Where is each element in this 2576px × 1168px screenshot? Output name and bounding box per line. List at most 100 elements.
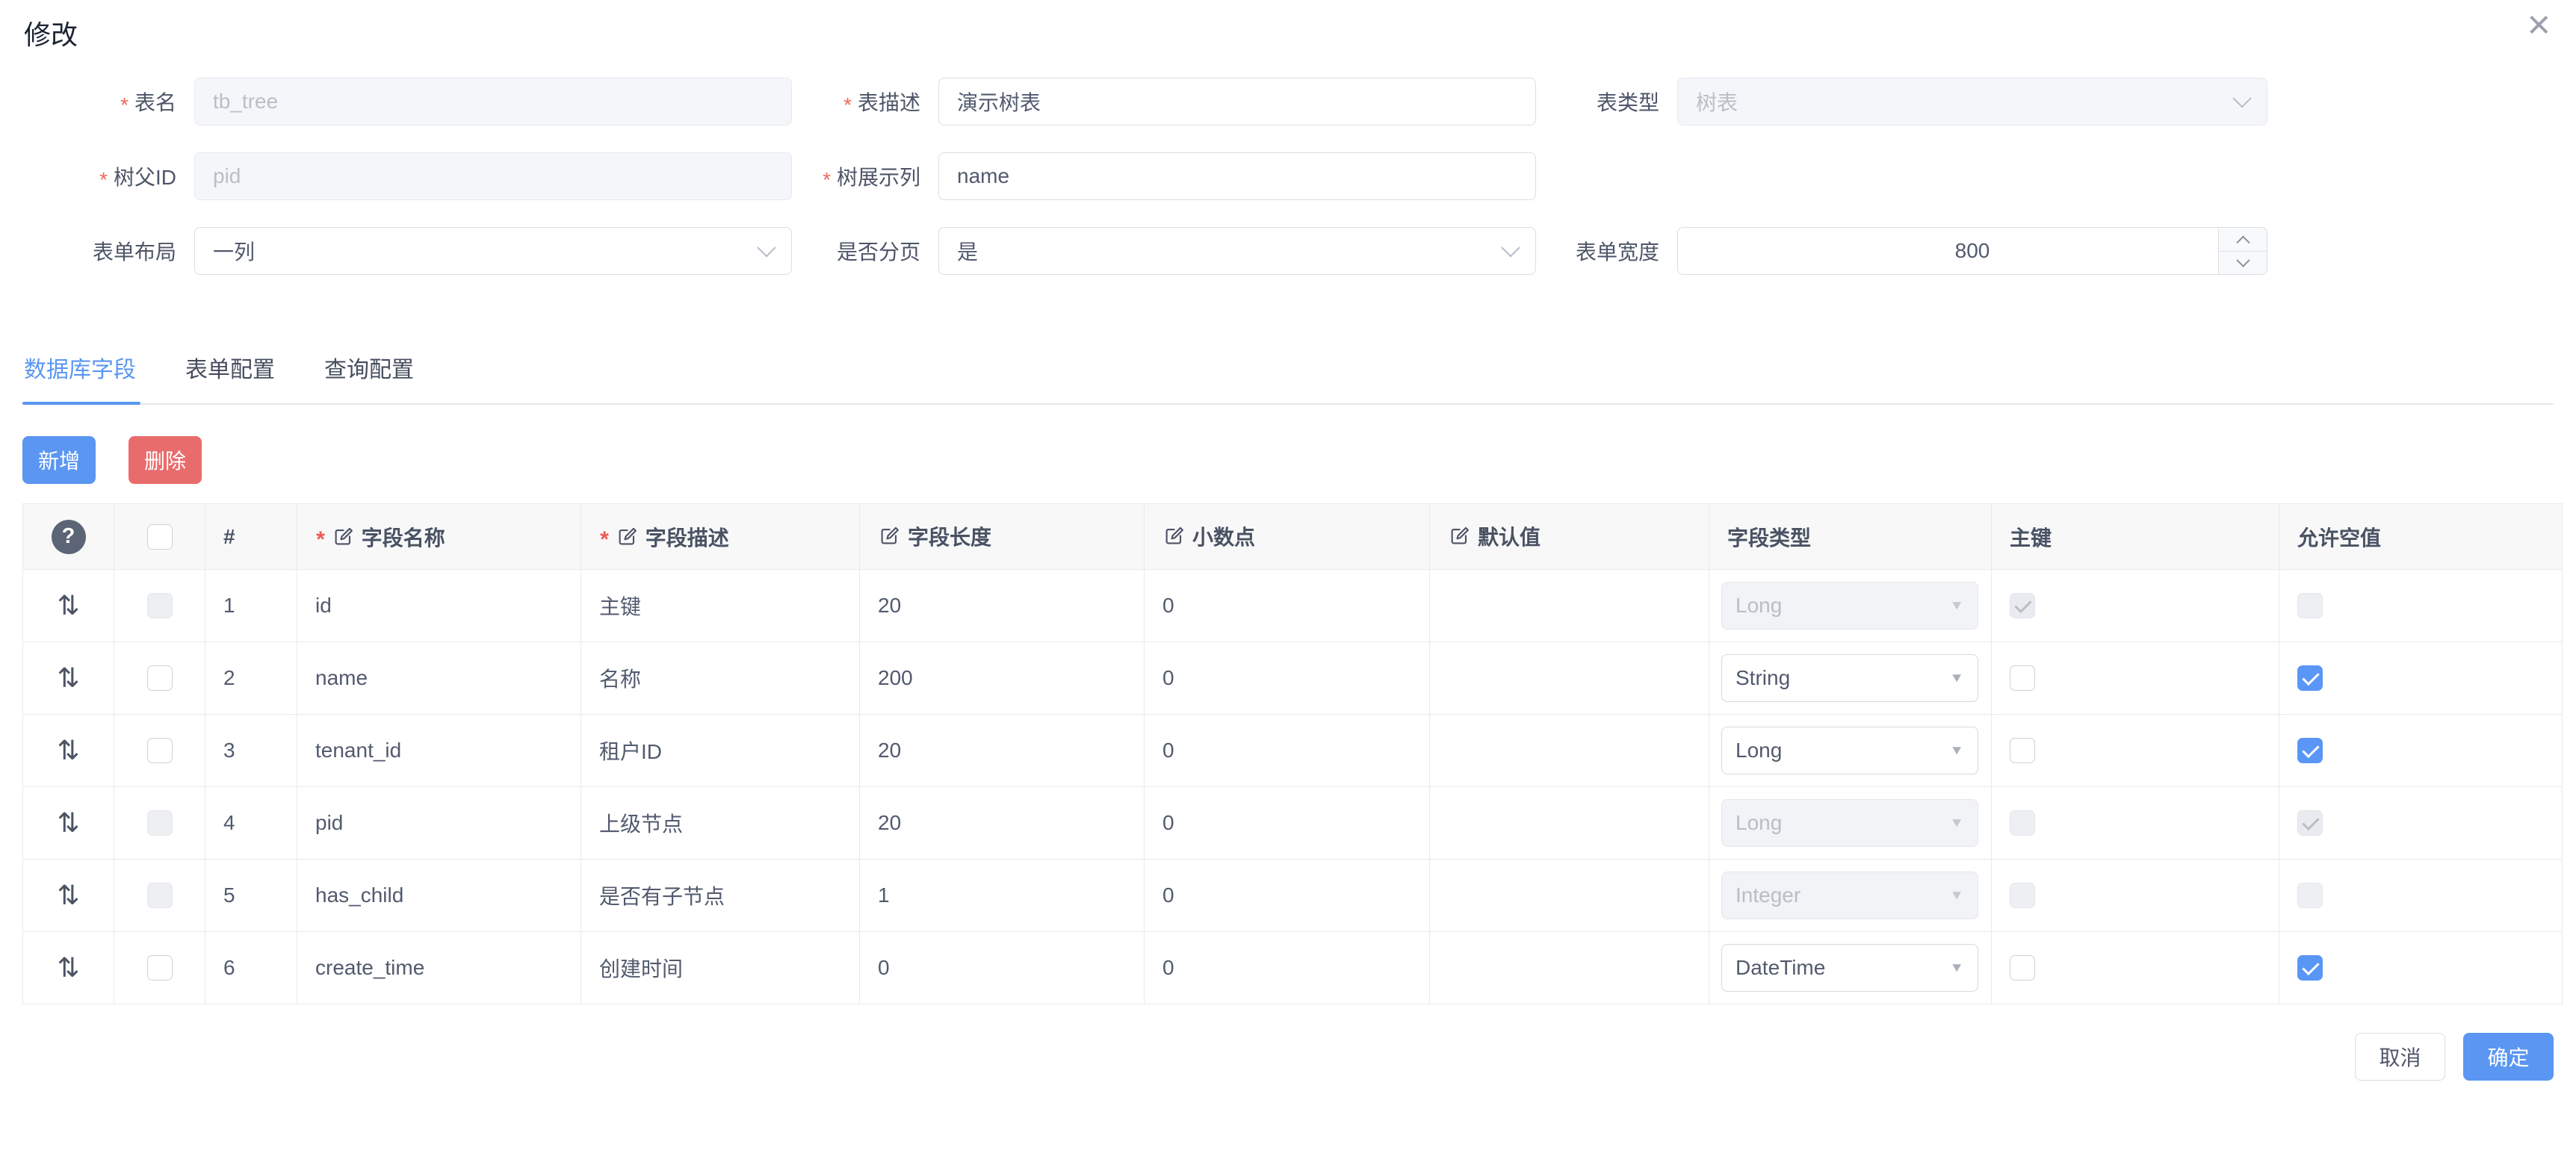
stepper-up-button[interactable] xyxy=(2219,228,2267,252)
tab-query-config[interactable]: 查询配置 xyxy=(323,351,418,403)
check-icon xyxy=(2302,958,2319,975)
stepper-down-button[interactable] xyxy=(2219,252,2267,275)
field-desc-cell: 名称 xyxy=(581,642,860,715)
check-icon xyxy=(2302,813,2319,830)
field-desc-cell: 是否有子节点 xyxy=(581,860,860,932)
field-type-cell: DateTime▼ xyxy=(1709,932,1992,1004)
table-desc-input-field[interactable] xyxy=(957,90,1517,114)
column-header-label: 小数点 xyxy=(1192,521,1255,551)
field-length-cell: 1 xyxy=(860,860,1145,932)
nullable-cell xyxy=(2279,570,2563,642)
nullable-cell xyxy=(2279,715,2563,787)
column-header-help: ? xyxy=(23,504,114,570)
field-type-select[interactable]: Long▼ xyxy=(1721,727,1978,774)
nullable-checkbox xyxy=(2297,810,2323,836)
form-layout-select[interactable]: 一列 xyxy=(194,227,792,275)
primary-key-cell xyxy=(1992,570,2279,642)
table-name-input xyxy=(194,78,792,125)
table-desc-label: 表描述 xyxy=(796,87,938,117)
add-button[interactable]: 新增 xyxy=(22,436,96,484)
table-row: ⇅1id主键200Long▼ xyxy=(23,570,2563,642)
pagination-select[interactable]: 是 xyxy=(938,227,1536,275)
drag-handle-icon[interactable]: ⇅ xyxy=(57,880,79,910)
field-name-cell-text: create_time xyxy=(315,956,424,979)
help-icon[interactable]: ? xyxy=(52,520,86,554)
pagination-label: 是否分页 xyxy=(796,236,938,266)
drag-handle-icon[interactable]: ⇅ xyxy=(57,662,79,693)
primary-key-checkbox xyxy=(2010,883,2035,908)
row-checkbox[interactable] xyxy=(147,665,173,691)
nullable-checkbox[interactable] xyxy=(2297,955,2323,981)
field-desc-cell-text: 是否有子节点 xyxy=(599,885,725,908)
table-type-select: 树表 xyxy=(1677,78,2267,125)
row-index: 2 xyxy=(205,642,297,715)
table-type-label: 表类型 xyxy=(1551,87,1677,117)
field-length-cell-text: 20 xyxy=(878,594,901,617)
decimal-cell: 0 xyxy=(1145,715,1430,787)
select-all-checkbox[interactable] xyxy=(147,524,173,550)
primary-key-checkbox[interactable] xyxy=(2010,665,2035,691)
drag-handle-icon[interactable]: ⇅ xyxy=(57,807,79,838)
column-header-content: 字段类型 xyxy=(1727,522,1811,552)
caret-down-icon: ▼ xyxy=(1949,888,1964,903)
drag-handle-icon[interactable]: ⇅ xyxy=(57,952,79,983)
field-type-select[interactable]: String▼ xyxy=(1721,654,1978,702)
form-width-input-field[interactable] xyxy=(1678,239,2267,263)
field-desc-cell-text: 上级节点 xyxy=(599,813,683,836)
caret-down-icon: ▼ xyxy=(1949,743,1964,758)
field-type-value: Long xyxy=(1736,811,1782,835)
delete-button[interactable]: 删除 xyxy=(129,436,202,484)
confirm-button[interactable]: 确定 xyxy=(2463,1033,2554,1081)
field-type-cell: Long▼ xyxy=(1709,787,1992,860)
field-length-cell: 20 xyxy=(860,715,1145,787)
tab-form-config[interactable]: 表单配置 xyxy=(184,351,279,403)
tab-bar: 数据库字段 表单配置 查询配置 xyxy=(22,351,2554,405)
nullable-checkbox[interactable] xyxy=(2297,665,2323,691)
select-cell xyxy=(114,787,205,860)
nullable-cell xyxy=(2279,642,2563,715)
tree-display-input-field[interactable] xyxy=(957,164,1517,188)
column-header-content: 字段长度 xyxy=(878,521,991,551)
default-value-cell xyxy=(1430,715,1709,787)
column-header-label: # xyxy=(223,525,235,549)
table-name-label: 表名 xyxy=(22,87,194,117)
drag-cell: ⇅ xyxy=(23,642,114,715)
tree-parent-input xyxy=(194,152,792,200)
row-index: 4 xyxy=(205,787,297,860)
tree-parent-input-field xyxy=(213,164,773,188)
field-type-value: Integer xyxy=(1736,883,1801,907)
table-row: ⇅5has_child是否有子节点10Integer▼ xyxy=(23,860,2563,932)
row-index: 1 xyxy=(205,570,297,642)
column-header-index: # xyxy=(205,504,297,570)
drag-handle-icon[interactable]: ⇅ xyxy=(57,590,79,621)
drag-cell: ⇅ xyxy=(23,787,114,860)
tab-database-fields[interactable]: 数据库字段 xyxy=(22,351,140,403)
decimal-cell-text: 0 xyxy=(1162,739,1174,762)
select-cell xyxy=(114,715,205,787)
tree-parent-label: 树父ID xyxy=(22,161,194,191)
column-header-label: 字段长度 xyxy=(908,521,991,551)
row-checkbox[interactable] xyxy=(147,955,173,981)
decimal-cell-text: 0 xyxy=(1162,666,1174,689)
decimal-cell: 0 xyxy=(1145,860,1430,932)
drag-handle-icon[interactable]: ⇅ xyxy=(57,735,79,765)
close-icon[interactable]: × xyxy=(2527,4,2551,45)
nullable-checkbox[interactable] xyxy=(2297,738,2323,763)
field-type-cell: Long▼ xyxy=(1709,715,1992,787)
cancel-button[interactable]: 取消 xyxy=(2355,1033,2445,1081)
column-header-select xyxy=(114,504,205,570)
decimal-cell-text: 0 xyxy=(1162,594,1174,617)
row-index-text: 3 xyxy=(223,739,235,762)
field-type-select[interactable]: DateTime▼ xyxy=(1721,944,1978,992)
column-header-label: 主键 xyxy=(2010,522,2052,552)
primary-key-checkbox[interactable] xyxy=(2010,955,2035,981)
column-header-content: 主键 xyxy=(2010,522,2052,552)
row-index-text: 2 xyxy=(223,666,235,689)
caret-down-icon: ▼ xyxy=(1949,598,1964,613)
row-checkbox[interactable] xyxy=(147,738,173,763)
field-desc-cell: 主键 xyxy=(581,570,860,642)
primary-key-checkbox[interactable] xyxy=(2010,738,2035,763)
form-item-table-desc: 表描述 xyxy=(796,78,1551,125)
column-header-content: 默认值 xyxy=(1448,521,1541,551)
table-row: ⇅6create_time创建时间00DateTime▼ xyxy=(23,932,2563,1004)
